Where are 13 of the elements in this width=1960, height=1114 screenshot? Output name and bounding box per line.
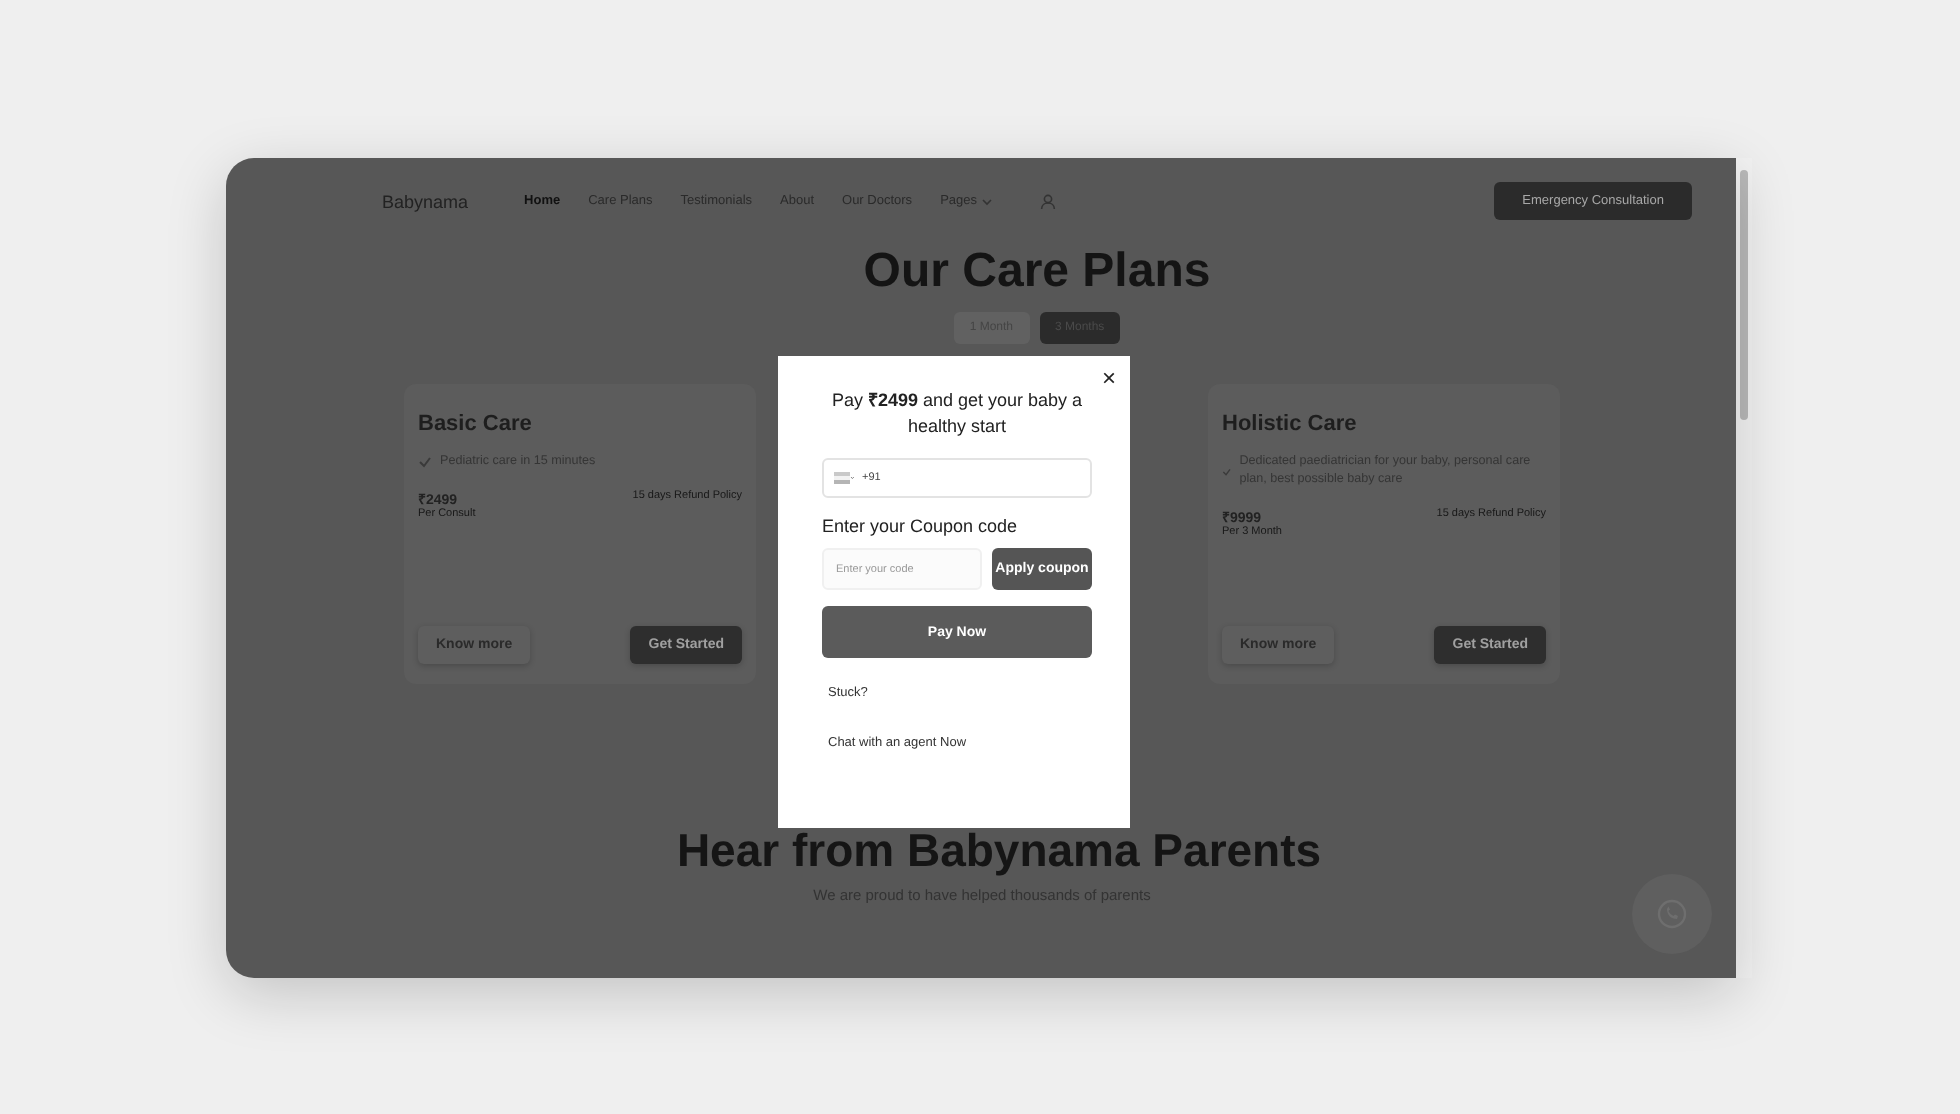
user-icon[interactable] (1039, 193, 1055, 209)
coupon-label: Enter your Coupon code (822, 516, 1020, 537)
chat-button[interactable] (1632, 874, 1712, 954)
plan-name: Basic Care (418, 412, 534, 436)
section-title: Hear from Babynama Parents (676, 824, 1322, 878)
plan-name: Holistic Care (1222, 412, 1359, 436)
check-icon (418, 456, 432, 469)
flag-icon (834, 472, 854, 485)
section-title: Our Care Plans (863, 244, 1211, 300)
dialog-heading: Pay ₹2499 and get your baby a healthy start (829, 388, 1085, 439)
close-button[interactable]: × (1101, 364, 1116, 392)
scrollbar-thumb[interactable] (1740, 170, 1748, 420)
check-icon (1222, 465, 1232, 478)
